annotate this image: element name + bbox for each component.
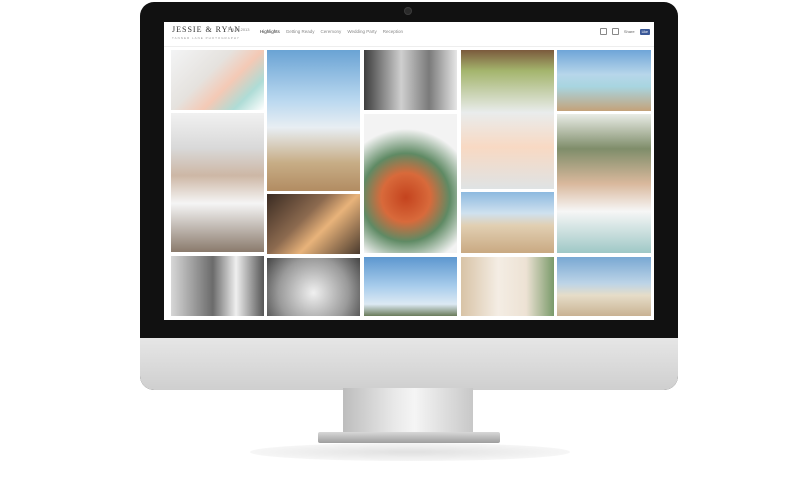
- slideshow-icon[interactable]: [599, 28, 607, 35]
- nav-ceremony[interactable]: Ceremony: [321, 29, 342, 34]
- photo-glasses-table[interactable]: [461, 50, 554, 189]
- top-bar: JESSIE & RYAN 5.11.2013 TANNER LANE PHOT…: [164, 22, 654, 47]
- photo-table-setting[interactable]: [171, 50, 264, 110]
- site-subtitle: TANNER LANE PHOTOGRAPHY: [172, 36, 240, 40]
- facebook-like-button[interactable]: Like: [639, 28, 650, 35]
- monitor-stand: [343, 388, 473, 438]
- photo-bridesmaids[interactable]: [557, 50, 651, 111]
- photo-rings-bw[interactable]: [267, 258, 360, 316]
- share-button[interactable]: Share: [624, 29, 635, 34]
- photo-beach-group[interactable]: [557, 257, 651, 316]
- photo-grid: [171, 50, 651, 316]
- screen: JESSIE & RYAN 5.11.2013 TANNER LANE PHOT…: [164, 22, 654, 320]
- nav-reception[interactable]: Reception: [383, 29, 403, 34]
- nav-wedding-party[interactable]: Wedding Party: [347, 29, 376, 34]
- gallery-nav: Highlights Getting Ready Ceremony Weddin…: [260, 29, 403, 34]
- photo-bouquet-petals[interactable]: [364, 114, 457, 253]
- download-icon[interactable]: [611, 28, 619, 35]
- photo-couple-beach-bw[interactable]: [171, 256, 264, 316]
- photo-bride-reception[interactable]: [557, 114, 651, 253]
- photo-dress-window[interactable]: [461, 257, 554, 316]
- camera-icon: [404, 7, 412, 15]
- photo-couple-leis[interactable]: [171, 113, 264, 252]
- monitor-stand-base: [318, 432, 500, 443]
- nav-highlights[interactable]: Highlights: [260, 29, 280, 34]
- photo-beach-sky[interactable]: [364, 257, 457, 316]
- photo-hands-bw[interactable]: [364, 50, 457, 110]
- imac-monitor: JESSIE & RYAN 5.11.2013 TANNER LANE PHOT…: [140, 2, 678, 390]
- monitor-chin: [140, 338, 678, 390]
- photo-beach-portrait[interactable]: [267, 50, 360, 191]
- nav-getting-ready[interactable]: Getting Ready: [286, 29, 315, 34]
- photo-sand-heart[interactable]: [461, 192, 554, 253]
- site-date: 5.11.2013: [228, 27, 250, 32]
- stand-shadow: [250, 443, 570, 461]
- toolbar: Share Like: [599, 28, 650, 35]
- photo-reception-dinner[interactable]: [267, 194, 360, 254]
